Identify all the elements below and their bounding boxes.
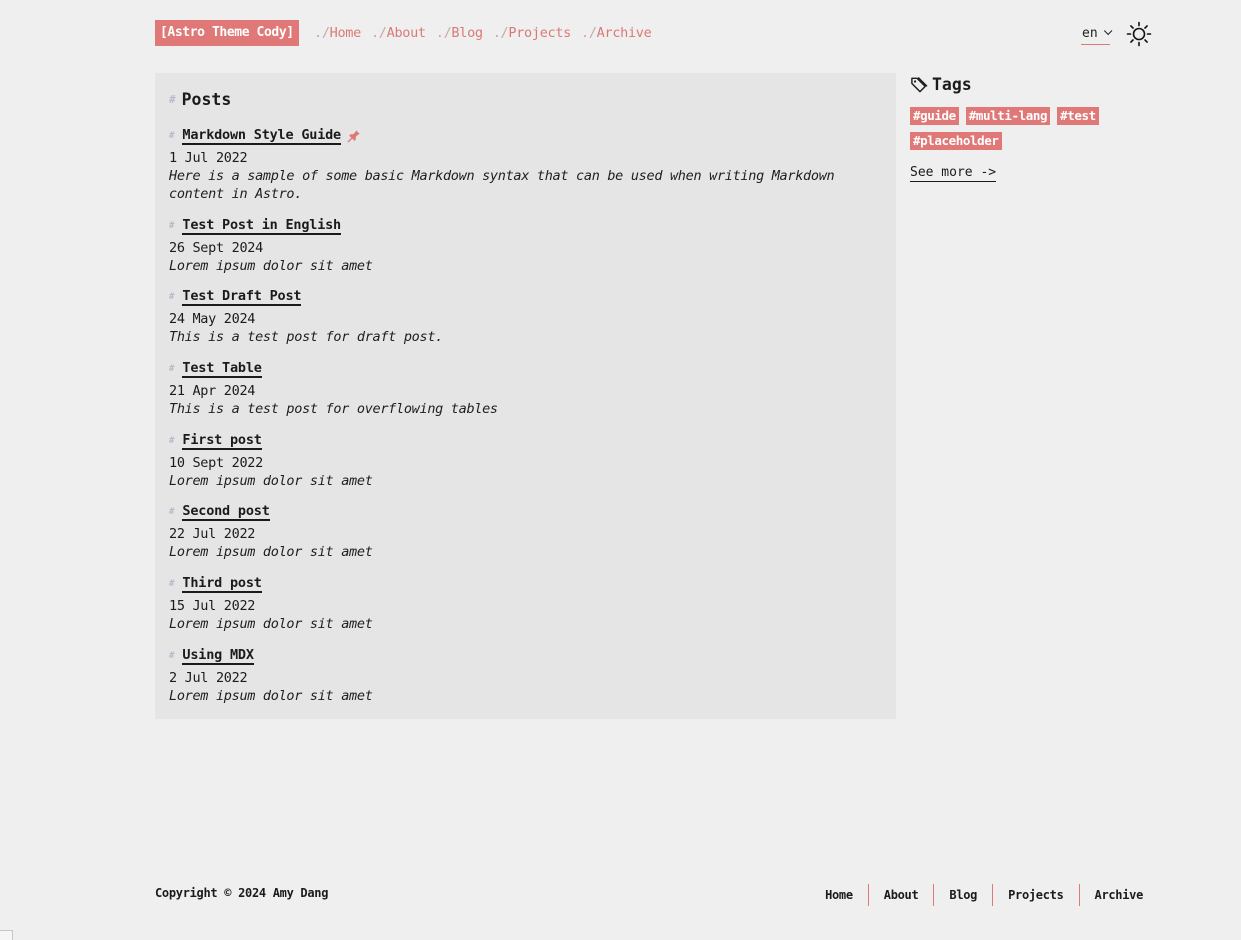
- post-title-link[interactable]: Second post: [182, 503, 270, 521]
- nav-home-label: Home: [329, 25, 362, 41]
- post-item: # Test Draft Post 24 May 2024 This is a …: [169, 287, 869, 346]
- post-description: Lorem ipsum dolor sit amet: [169, 258, 373, 274]
- posts-heading: # Posts: [169, 90, 231, 109]
- tags-heading-text: Tags: [932, 75, 972, 94]
- post-item: # Markdown Style Guide 1 Jul 2022 Here i…: [169, 126, 869, 203]
- post-title-link[interactable]: Test Post in English: [182, 217, 341, 235]
- post-hash-marker: #: [169, 507, 175, 517]
- site-footer: Copyright © 2024 Amy Dang Home About Blo…: [155, 884, 1151, 906]
- post-description: Lorem ipsum dolor sit amet: [169, 544, 373, 560]
- post-title-link[interactable]: First post: [182, 432, 262, 450]
- post-title-link[interactable]: Using MDX: [182, 647, 254, 665]
- post-date: 22 Jul 2022: [169, 526, 256, 542]
- post-item: # First post 10 Sept 2022 Lorem ipsum do…: [169, 431, 869, 490]
- chevron-down-icon: [1103, 26, 1113, 36]
- post-description: Lorem ipsum dolor sit amet: [169, 616, 373, 632]
- sun-icon[interactable]: [1126, 21, 1152, 47]
- nav-archive-link[interactable]: ./Archive: [581, 20, 652, 46]
- post-date: 15 Jul 2022: [169, 598, 256, 614]
- tags-heading: Tags: [910, 75, 1150, 94]
- site-header: [Astro Theme Cody] ./Home ./About ./Blog…: [155, 20, 1152, 47]
- posts-heading-text: Posts: [181, 90, 232, 109]
- post-date: 24 May 2024: [169, 311, 256, 327]
- tag-test[interactable]: #test: [1057, 107, 1099, 125]
- posts-section: # Posts # Markdown Style Guide 1 Jul 202…: [155, 73, 896, 719]
- post-item: # Using MDX 2 Jul 2022 Lorem ipsum dolor…: [169, 646, 869, 705]
- post-hash-marker: #: [169, 131, 175, 141]
- post-date: 1 Jul 2022: [169, 150, 248, 166]
- post-item: # Test Table 21 Apr 2024 This is a test …: [169, 359, 869, 418]
- post-hash-marker: #: [169, 292, 175, 302]
- post-date: 10 Sept 2022: [169, 455, 263, 471]
- nav-projects-label: Projects: [508, 25, 572, 41]
- post-date: 2 Jul 2022: [169, 670, 248, 686]
- nav-about-link[interactable]: ./About: [371, 20, 426, 46]
- nav-archive-label: Archive: [596, 25, 652, 41]
- nav-prefix: ./: [370, 25, 387, 41]
- post-item: # Third post 15 Jul 2022 Lorem ipsum dol…: [169, 574, 869, 633]
- tags-sidebar: Tags #guide #multi-lang #test #placehold…: [910, 73, 1150, 182]
- nav-prefix: ./: [581, 25, 597, 41]
- post-description: This is a test post for overflowing tabl…: [169, 401, 498, 417]
- pin-icon: [347, 130, 360, 143]
- see-more-link[interactable]: See more ->: [910, 164, 997, 182]
- language-select[interactable]: en: [1081, 22, 1113, 45]
- footer-about-link[interactable]: About: [867, 884, 934, 906]
- nav-prefix: ./: [435, 25, 452, 41]
- post-date: 21 Apr 2024: [169, 383, 256, 399]
- post-description: Lorem ipsum dolor sit amet: [169, 688, 373, 704]
- nav-prefix: ./: [492, 25, 509, 41]
- nav-home-link[interactable]: ./Home: [314, 20, 361, 46]
- footer-blog-link[interactable]: Blog: [933, 884, 992, 906]
- post-hash-marker: #: [169, 436, 175, 446]
- nav-about-label: About: [386, 25, 426, 41]
- tag-multi-lang[interactable]: #multi-lang: [965, 107, 1051, 125]
- post-date: 26 Sept 2024: [169, 240, 263, 256]
- footer-archive-link[interactable]: Archive: [1078, 884, 1143, 906]
- post-item: # Test Post in English 26 Sept 2024 Lore…: [169, 216, 869, 275]
- tag-guide[interactable]: #guide: [910, 107, 959, 125]
- copyright-text: Copyright © 2024 Amy Dang: [155, 886, 329, 900]
- tag-icon: [911, 77, 928, 93]
- nav-blog-link[interactable]: ./Blog: [436, 20, 483, 46]
- tag-placeholder[interactable]: #placeholder: [910, 132, 1002, 150]
- post-hash-marker: #: [169, 651, 175, 661]
- post-hash-marker: #: [169, 579, 175, 589]
- post-title-link[interactable]: Markdown Style Guide: [182, 127, 341, 145]
- tag-list: #guide #multi-lang #test #placeholder: [910, 107, 1130, 150]
- heading-hash-marker: #: [169, 93, 176, 106]
- post-hash-marker: #: [169, 364, 175, 374]
- post-description: This is a test post for draft post.: [169, 329, 443, 345]
- post-title-link[interactable]: Third post: [182, 575, 262, 593]
- post-description: Here is a sample of some basic Markdown …: [169, 168, 835, 202]
- site-logo[interactable]: [Astro Theme Cody]: [155, 20, 299, 46]
- post-item: # Second post 22 Jul 2022 Lorem ipsum do…: [169, 502, 869, 561]
- language-value: en: [1082, 25, 1098, 41]
- footer-nav: Home About Blog Projects Archive: [825, 884, 1143, 906]
- main-nav: ./Home ./About ./Blog ./Projects ./Archi…: [314, 20, 652, 46]
- nav-projects-link[interactable]: ./Projects: [492, 20, 572, 46]
- post-title-link[interactable]: Test Draft Post: [182, 288, 302, 306]
- post-title-link[interactable]: Test Table: [182, 360, 262, 378]
- nav-prefix: ./: [314, 25, 330, 41]
- post-hash-marker: #: [169, 221, 175, 231]
- footer-projects-link[interactable]: Projects: [992, 884, 1078, 906]
- post-description: Lorem ipsum dolor sit amet: [169, 473, 373, 489]
- footer-home-link[interactable]: Home: [825, 884, 868, 906]
- nav-blog-label: Blog: [451, 25, 483, 41]
